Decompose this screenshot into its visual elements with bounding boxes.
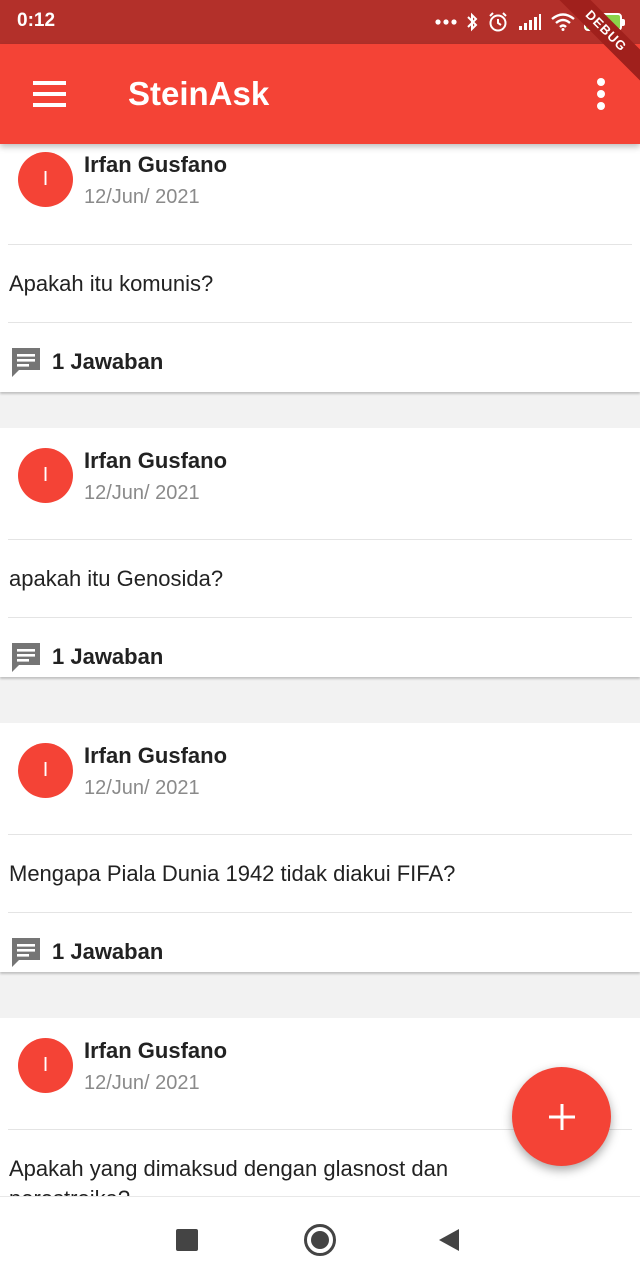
avatar: I bbox=[18, 152, 73, 207]
question-card[interactable]: I Irfan Gusfano 12/Jun/ 2021 Mengapa Pia… bbox=[0, 723, 640, 972]
back-icon[interactable] bbox=[438, 1228, 460, 1252]
post-date: 12/Jun/ 2021 bbox=[84, 482, 200, 504]
comment-icon bbox=[12, 643, 40, 672]
divider bbox=[8, 322, 632, 323]
comment-icon bbox=[12, 938, 40, 967]
comment-icon bbox=[12, 348, 40, 377]
recent-apps-icon[interactable] bbox=[176, 1229, 198, 1251]
answers-button[interactable]: 1 Jawaban bbox=[10, 641, 163, 673]
question-text[interactable]: Apakah yang dimaksud dengan glasnost dan… bbox=[9, 1154, 520, 1196]
author-name: Irfan Gusfano bbox=[84, 152, 228, 177]
add-icon bbox=[548, 1103, 575, 1130]
answers-button[interactable]: 1 Jawaban bbox=[10, 346, 163, 378]
divider bbox=[8, 912, 632, 913]
signal-icon bbox=[519, 14, 541, 30]
app-bar: SteinAsk bbox=[0, 44, 640, 144]
post-date: 12/Jun/ 2021 bbox=[84, 186, 200, 208]
question-card[interactable]: I Irfan Gusfano 12/Jun/ 2021 Apakah itu … bbox=[0, 144, 640, 392]
more-dots-icon bbox=[435, 19, 457, 25]
avatar: I bbox=[18, 448, 73, 503]
bluetooth-icon bbox=[467, 12, 478, 32]
avatar: I bbox=[18, 743, 73, 798]
status-bar: 0:12 84 bbox=[0, 0, 640, 44]
answers-button[interactable]: 1 Jawaban bbox=[10, 936, 163, 968]
answers-count: 1 Jawaban bbox=[52, 644, 164, 669]
answers-count: 1 Jawaban bbox=[52, 939, 164, 964]
divider bbox=[8, 539, 632, 540]
divider bbox=[8, 617, 632, 618]
avatar: I bbox=[18, 1038, 73, 1093]
question-feed[interactable]: I Irfan Gusfano 12/Jun/ 2021 Apakah itu … bbox=[0, 144, 640, 1196]
answers-count: 1 Jawaban bbox=[52, 349, 164, 374]
divider bbox=[8, 244, 632, 245]
post-date: 12/Jun/ 2021 bbox=[84, 1072, 200, 1094]
question-text[interactable]: Mengapa Piala Dunia 1942 tidak diakui FI… bbox=[9, 859, 520, 889]
author-name: Irfan Gusfano bbox=[84, 448, 228, 473]
app-title: SteinAsk bbox=[128, 75, 270, 112]
question-text[interactable]: apakah itu Genosida? bbox=[9, 564, 520, 594]
divider bbox=[8, 834, 632, 835]
post-date: 12/Jun/ 2021 bbox=[84, 777, 200, 799]
question-card[interactable]: I Irfan Gusfano 12/Jun/ 2021 apakah itu … bbox=[0, 428, 640, 677]
author-name: Irfan Gusfano bbox=[84, 743, 228, 768]
add-question-button[interactable] bbox=[512, 1067, 611, 1166]
question-text[interactable]: Apakah itu komunis? bbox=[9, 269, 520, 299]
wifi-icon bbox=[551, 13, 575, 31]
author-name: Irfan Gusfano bbox=[84, 1038, 228, 1063]
system-nav-bar bbox=[0, 1196, 640, 1280]
menu-icon[interactable] bbox=[33, 81, 66, 107]
alarm-icon bbox=[489, 12, 507, 32]
more-vertical-icon[interactable] bbox=[595, 78, 607, 110]
home-icon[interactable] bbox=[303, 1223, 337, 1257]
status-time: 0:12 bbox=[17, 10, 56, 31]
